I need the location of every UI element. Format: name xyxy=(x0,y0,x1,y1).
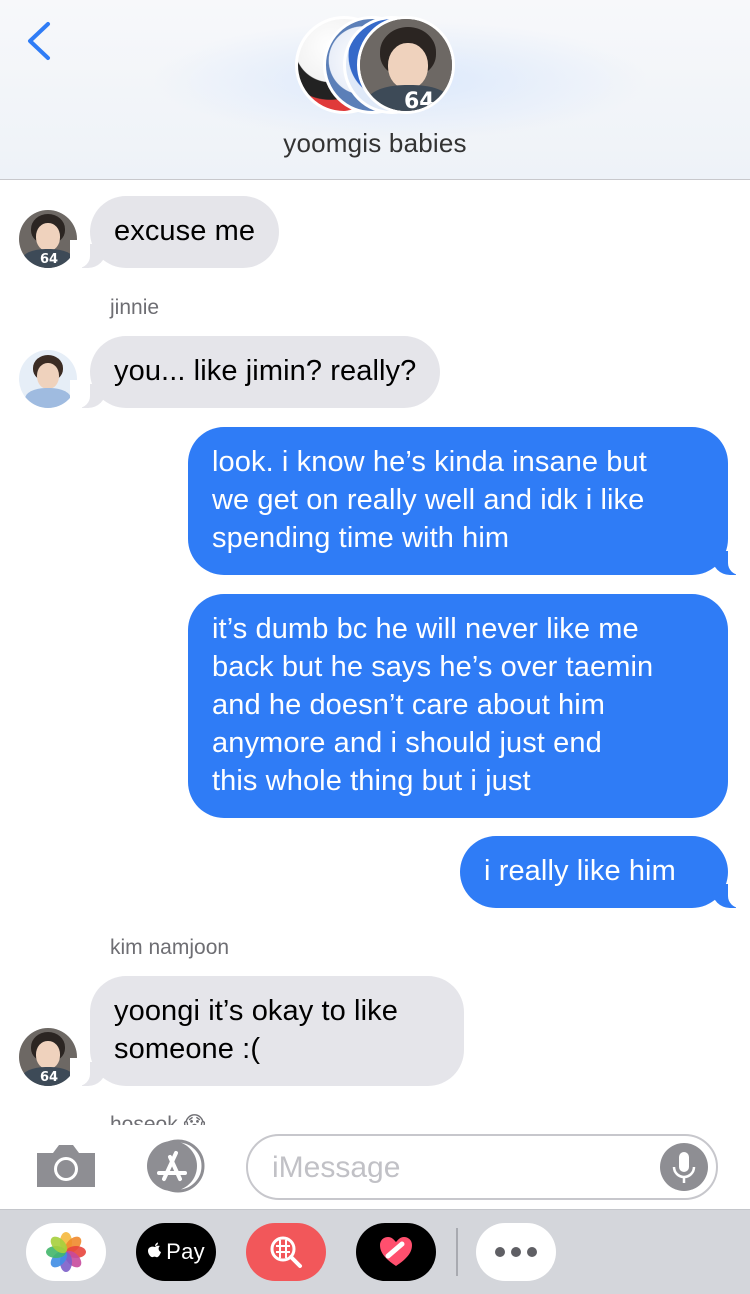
image-search-icon xyxy=(270,1236,302,1268)
message-input[interactable] xyxy=(272,1146,652,1190)
app-store-button[interactable] xyxy=(140,1139,212,1193)
image-search-button[interactable] xyxy=(246,1223,326,1281)
app-drawer: Pay xyxy=(0,1209,750,1294)
dictation-button[interactable] xyxy=(660,1143,708,1191)
conversation-header: 64 yoomgis babies xyxy=(0,0,750,180)
back-button[interactable] xyxy=(22,18,62,64)
message-line: someone :( xyxy=(114,1033,261,1065)
message-bubble-outgoing[interactable]: it’s dumb bc he will never like me back … xyxy=(188,594,728,818)
message-line: look. i know he’s kinda insane but xyxy=(212,446,647,478)
message-line: it’s dumb bc he will never like me xyxy=(212,613,639,645)
message-line: anymore and i should just end xyxy=(212,727,602,759)
sender-avatar[interactable] xyxy=(19,350,77,408)
message-line: and he doesn’t care about him xyxy=(212,689,606,721)
apple-pay-button[interactable]: Pay xyxy=(136,1223,216,1281)
compose-bar xyxy=(0,1125,750,1211)
message-text: excuse me xyxy=(114,215,256,247)
message-line: spending time with him xyxy=(212,522,510,554)
apple-logo-icon xyxy=(148,1242,162,1258)
message-bubble-incoming[interactable]: excuse me xyxy=(69,196,280,268)
message-bubble-incoming[interactable]: you... like jimin? really? xyxy=(69,336,441,408)
message-bubble-outgoing[interactable]: look. i know he’s kinda insane but we ge… xyxy=(188,427,748,575)
message-line: this whole thing but i just xyxy=(212,765,531,797)
group-avatar-stack[interactable]: 64 xyxy=(295,16,457,116)
more-icon xyxy=(495,1247,537,1257)
microphone-icon xyxy=(672,1152,696,1183)
sender-avatar[interactable]: 64 xyxy=(19,1028,77,1086)
message-line: we get on really well and idk i like xyxy=(212,484,645,516)
digital-touch-icon xyxy=(380,1237,412,1266)
message-bubble-outgoing[interactable]: i really like him xyxy=(460,836,748,908)
more-apps-button[interactable] xyxy=(476,1223,556,1281)
group-member-avatar: 64 xyxy=(357,16,455,114)
clipped-sender-row: hoseok 😱 xyxy=(0,1104,750,1125)
sender-avatar[interactable]: 64 xyxy=(19,210,77,268)
message-line: yoongi it’s okay to like xyxy=(114,995,398,1027)
camera-button[interactable] xyxy=(33,1141,99,1191)
photos-app-button[interactable] xyxy=(26,1223,106,1281)
group-name[interactable]: yoomgis babies xyxy=(0,128,750,159)
digital-touch-button[interactable] xyxy=(356,1223,436,1281)
message-text: you... like jimin? really? xyxy=(114,355,417,387)
drawer-divider xyxy=(456,1228,458,1276)
sender-name: jinnie xyxy=(110,296,160,319)
message-bubble-incoming[interactable]: yoongi it’s okay to like someone :( xyxy=(70,976,464,1086)
message-line: back but he says he’s over taemin xyxy=(212,651,654,683)
sender-name: kim namjoon xyxy=(110,936,230,959)
message-input-field[interactable] xyxy=(246,1134,718,1200)
apple-pay-label: Pay xyxy=(166,1239,205,1264)
message-text: i really like him xyxy=(484,855,676,887)
app-store-icon xyxy=(147,1139,205,1193)
chevron-left-icon xyxy=(28,22,50,60)
photos-icon xyxy=(46,1232,86,1272)
camera-icon xyxy=(37,1145,95,1187)
sender-name: hoseok 😱 xyxy=(110,1113,206,1125)
